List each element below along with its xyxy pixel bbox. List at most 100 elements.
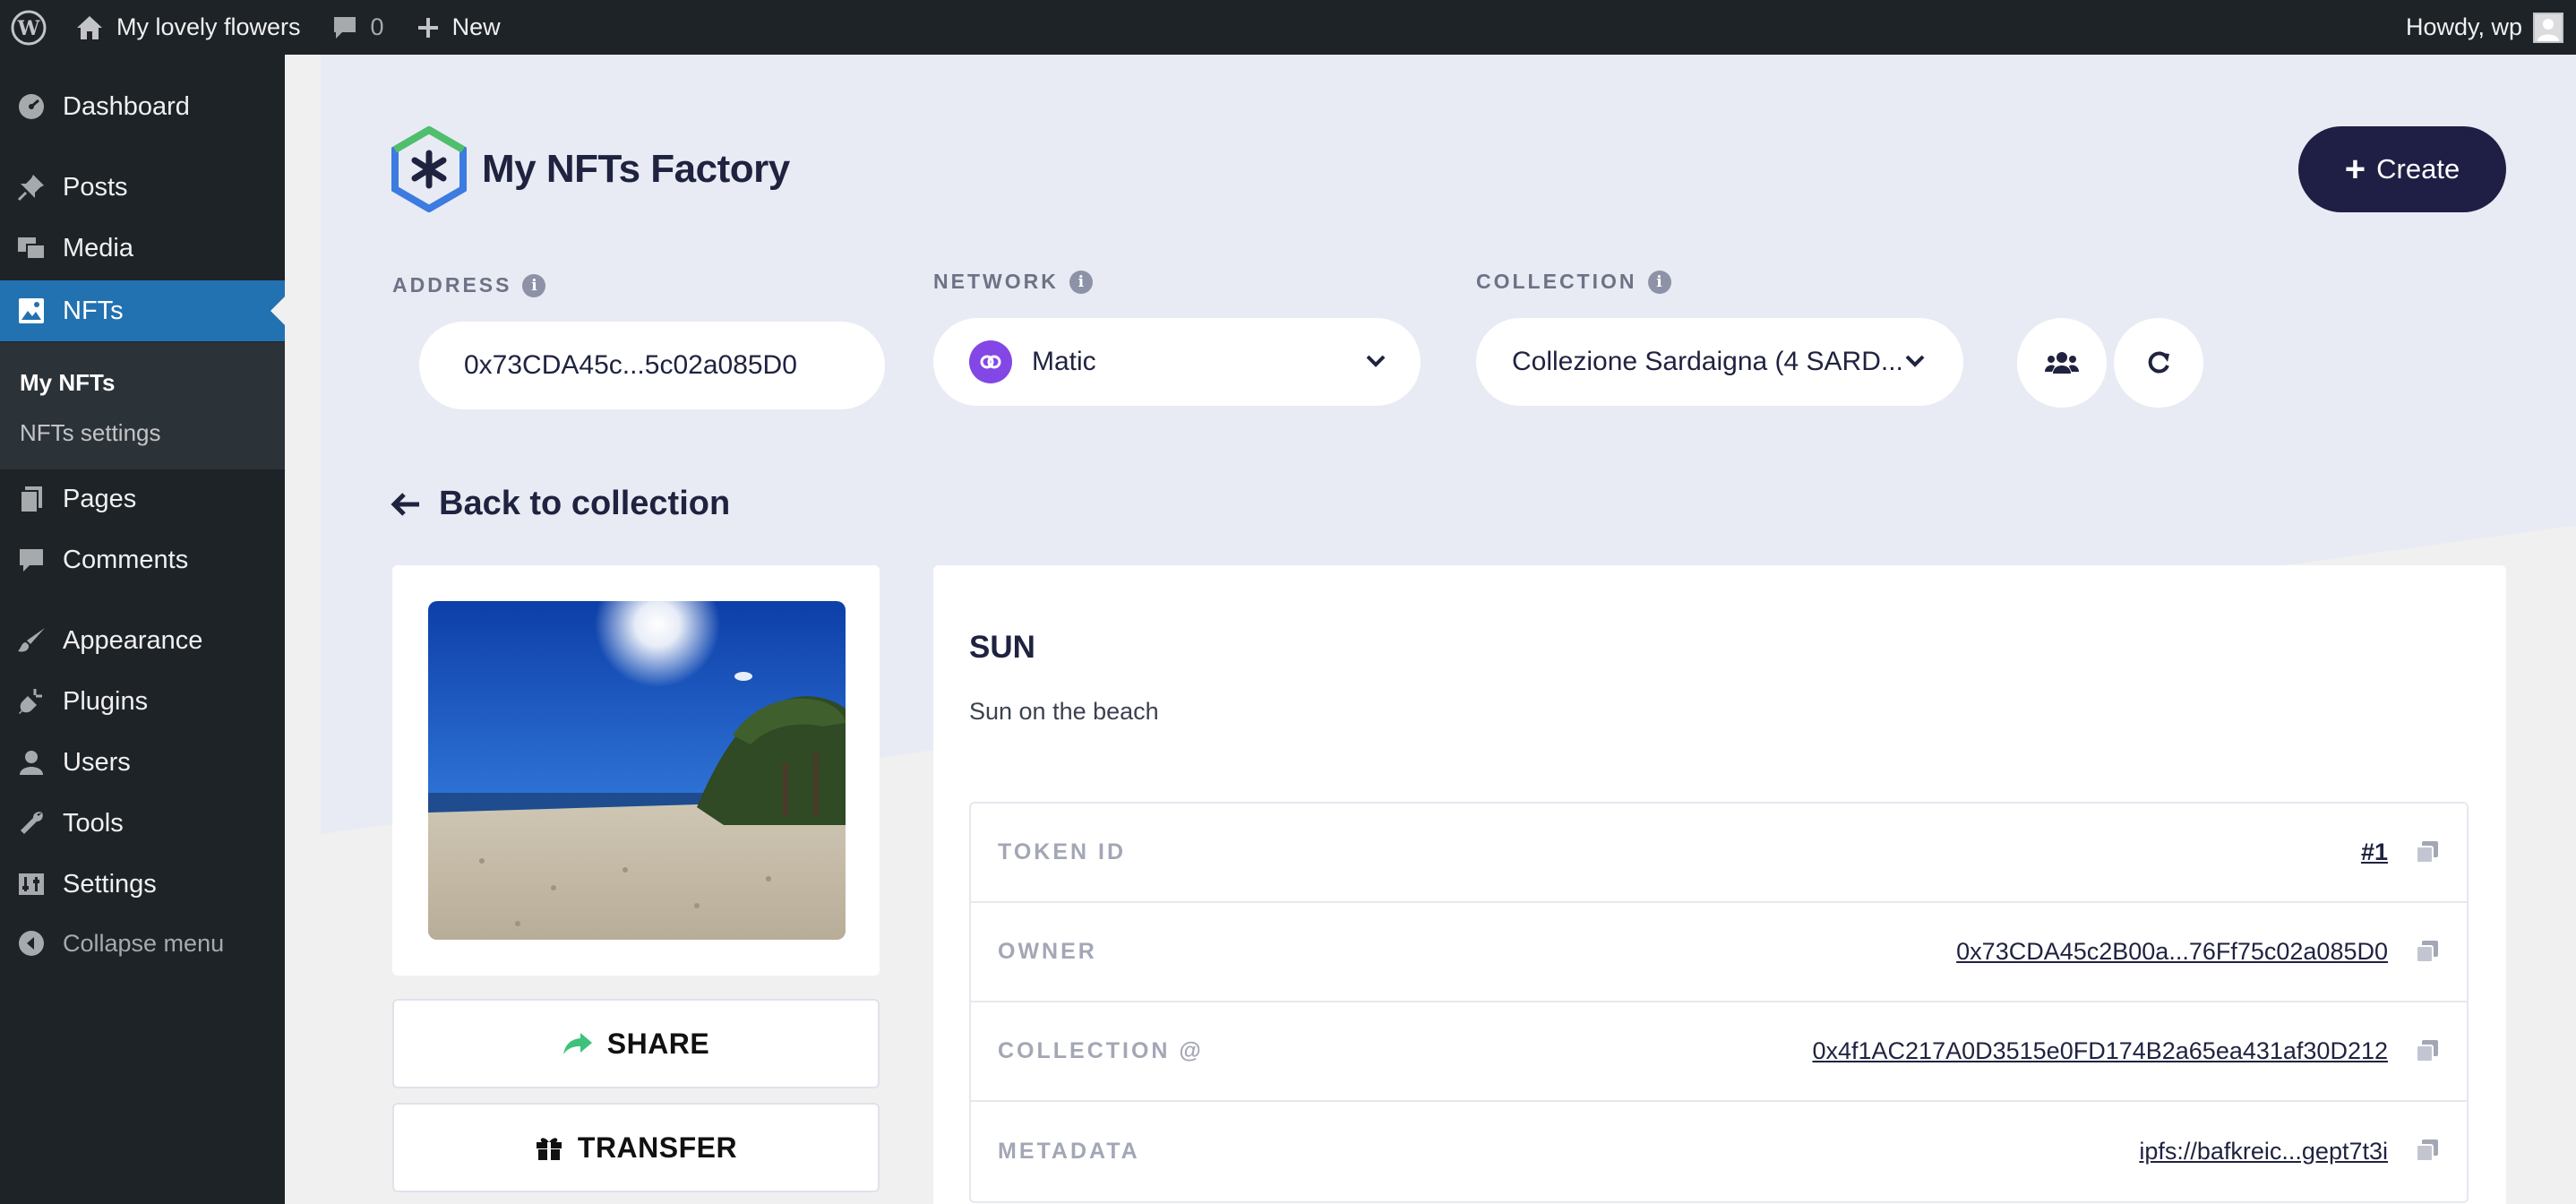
wordpress-icon: W (11, 10, 47, 45)
network-value: Matic (1032, 347, 1096, 376)
network-select[interactable]: Matic (933, 318, 1421, 406)
transfer-button[interactable]: TRANSFER (392, 1103, 880, 1192)
property-label: TOKEN ID (998, 839, 1126, 864)
submenu-my-nfts[interactable]: My NFTs (20, 369, 115, 397)
sidebar-item-label: Tools (63, 808, 124, 838)
refresh-button[interactable] (2114, 318, 2203, 408)
new-label: New (451, 13, 501, 40)
site-name-link[interactable]: My lovely flowers (75, 0, 301, 55)
settings-icon (0, 870, 63, 899)
my-account-link[interactable]: Howdy, wp (2406, 0, 2576, 55)
avatar-placeholder-icon (2537, 18, 2559, 41)
media-icon (0, 234, 63, 262)
back-label: Back to collection (439, 485, 731, 522)
collection-address-link[interactable]: 0x4f1AC217A0D3515e0FD174B2a65ea431af30D2… (1812, 1037, 2388, 1065)
token-id-link[interactable]: #1 (2361, 838, 2388, 866)
sidebar-item-label: Users (63, 747, 131, 777)
sidebar-item-label: Media (63, 233, 133, 262)
collection-select[interactable]: Collezione Sardaigna (4 SARD... (1476, 318, 1963, 406)
copy-icon[interactable] (2415, 939, 2440, 964)
sidebar-item-pages[interactable]: Pages (0, 469, 285, 529)
sidebar-item-appearance[interactable]: Appearance (0, 610, 285, 671)
site-name: My lovely flowers (116, 13, 301, 40)
brush-icon (0, 626, 63, 655)
sidebar-item-label: Comments (63, 545, 189, 574)
plus-icon (417, 17, 438, 38)
comment-icon (0, 546, 63, 574)
info-icon[interactable]: i (1069, 270, 1093, 294)
plugin-icon (0, 687, 63, 716)
copy-icon[interactable] (2415, 1038, 2440, 1063)
avatar (2533, 12, 2563, 43)
nft-properties-table: TOKEN ID #1 OWNER 0x73CDA45c2B00a...76Ff… (969, 802, 2469, 1203)
user-icon (0, 748, 63, 777)
admin-sidebar: Dashboard Posts Media NFTs My NFTs NFTs … (0, 55, 285, 1204)
chevron-down-icon (1366, 355, 1386, 367)
collection-value: Collezione Sardaigna (4 SARD... (1512, 347, 1903, 376)
share-button[interactable]: SHARE (392, 999, 880, 1088)
comments-link[interactable]: 0 (331, 0, 384, 55)
address-label: ADDRESS i (392, 273, 546, 297)
create-label: Create (2376, 153, 2460, 185)
page-title: My NFTs Factory (482, 147, 790, 191)
property-label: COLLECTION @ (998, 1038, 1204, 1063)
sidebar-item-label: Appearance (63, 625, 203, 655)
property-label: METADATA (998, 1139, 1140, 1164)
copy-icon[interactable] (2415, 1138, 2440, 1163)
matic-logo-icon (969, 340, 1012, 383)
comments-count: 0 (370, 13, 384, 40)
plus-icon: + (2344, 150, 2366, 189)
collection-label: COLLECTION i (1476, 270, 1671, 294)
sidebar-item-dashboard[interactable]: Dashboard (0, 76, 285, 137)
submenu-nfts-settings[interactable]: NFTs settings (20, 419, 161, 447)
nfts-submenu: My NFTs NFTs settings (0, 342, 285, 469)
admin-bar: W My lovely flowers 0 New Howdy, wp (0, 0, 2576, 55)
members-button[interactable] (2017, 318, 2107, 408)
nft-name: SUN (969, 630, 1035, 665)
collapse-arrow-icon (0, 929, 63, 958)
property-row-owner: OWNER 0x73CDA45c2B00a...76Ff75c02a085D0 (971, 903, 2467, 1002)
property-row-token-id: TOKEN ID #1 (971, 804, 2467, 903)
sidebar-item-comments[interactable]: Comments (0, 529, 285, 590)
network-label: NETWORK i (933, 270, 1093, 294)
sidebar-item-label: Plugins (63, 686, 149, 716)
info-icon[interactable]: i (522, 273, 546, 297)
info-icon[interactable]: i (1647, 270, 1671, 294)
main-content: My NFTs Factory + Create ADDRESS i 0x73C… (285, 55, 2576, 1204)
sidebar-item-nfts[interactable]: NFTs (0, 280, 285, 341)
address-value: 0x73CDA45c...5c02a085D0 (464, 350, 797, 380)
network-label-text: NETWORK (933, 270, 1059, 293)
sidebar-item-posts[interactable]: Posts (0, 157, 285, 218)
nft-detail-card: SUN Sun on the beach TOKEN ID #1 OWNER 0… (933, 565, 2506, 1204)
users-group-icon (2045, 352, 2079, 374)
sidebar-item-label: Posts (63, 172, 128, 202)
sidebar-item-label: Pages (63, 484, 137, 513)
nft-image-card (392, 565, 880, 976)
nft-image (428, 601, 846, 940)
metadata-link[interactable]: ipfs://bafkreic...gept7t3i (2139, 1138, 2388, 1165)
new-content-link[interactable]: New (416, 0, 501, 55)
create-button[interactable]: + Create (2298, 126, 2506, 212)
sidebar-item-plugins[interactable]: Plugins (0, 671, 285, 732)
svg-text:W: W (17, 17, 40, 40)
address-field[interactable]: 0x73CDA45c...5c02a085D0 (419, 322, 885, 409)
share-arrow-icon (562, 1031, 593, 1056)
nft-factory-logo-icon (391, 126, 467, 212)
collapse-menu-button[interactable]: Collapse menu (0, 913, 285, 974)
sidebar-item-media[interactable]: Media (0, 218, 285, 279)
home-icon (77, 15, 102, 39)
sidebar-item-label: Settings (63, 869, 157, 899)
wrench-icon (0, 809, 63, 838)
back-to-collection-link[interactable]: Back to collection (391, 485, 730, 523)
copy-icon[interactable] (2415, 839, 2440, 864)
app-header: My NFTs Factory (391, 126, 790, 212)
arrow-left-icon (391, 492, 419, 516)
owner-address-link[interactable]: 0x73CDA45c2B00a...76Ff75c02a085D0 (1956, 938, 2388, 966)
sidebar-item-users[interactable]: Users (0, 732, 285, 793)
wordpress-logo-button[interactable]: W (0, 0, 57, 55)
image-icon (0, 297, 63, 325)
sidebar-item-settings[interactable]: Settings (0, 854, 285, 915)
sidebar-item-tools[interactable]: Tools (0, 793, 285, 854)
comment-icon (333, 16, 356, 39)
share-label: SHARE (606, 1027, 710, 1060)
